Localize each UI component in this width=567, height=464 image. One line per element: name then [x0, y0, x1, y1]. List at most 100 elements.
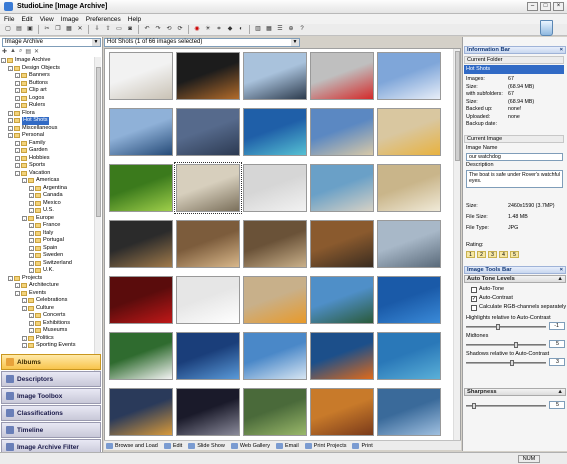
- expand-icon[interactable]: -: [29, 238, 34, 244]
- tree-item[interactable]: - Mexico: [29, 200, 61, 208]
- information-bar-header[interactable]: Information Bar ×: [464, 46, 566, 54]
- edit-button[interactable]: Edit: [163, 442, 182, 449]
- expand-icon[interactable]: -: [29, 253, 34, 259]
- sharpness-slider[interactable]: [466, 403, 546, 409]
- image-thumbnail[interactable]: [243, 388, 307, 436]
- expand-icon[interactable]: -: [29, 193, 34, 199]
- option-checkbox[interactable]: Calculate RGB-channels separately: [471, 304, 566, 311]
- maximize-button[interactable]: □: [540, 2, 551, 11]
- panel-classifications[interactable]: Classifications: [1, 405, 101, 421]
- tree-item[interactable]: - Image Archive: [1, 57, 50, 65]
- expand-icon[interactable]: -: [22, 215, 27, 221]
- image-name-field[interactable]: our watchdog: [466, 153, 563, 161]
- image-thumbnail[interactable]: [310, 388, 374, 436]
- undo-icon[interactable]: ↶: [142, 25, 152, 34]
- image-thumbnail[interactable]: [176, 108, 240, 156]
- copy-icon[interactable]: ❐: [53, 25, 63, 34]
- tree-item[interactable]: - Personal: [8, 132, 44, 140]
- expand-icon[interactable]: -: [15, 170, 20, 176]
- image-thumbnail[interactable]: [109, 332, 173, 380]
- expand-icon[interactable]: -: [8, 110, 13, 116]
- paste-icon[interactable]: ▦: [64, 25, 74, 34]
- image-thumbnail[interactable]: [310, 108, 374, 156]
- tree-item[interactable]: - Politics: [22, 335, 54, 343]
- tree-item[interactable]: - Architecture: [15, 282, 59, 290]
- option-checkbox[interactable]: ✓ Auto-Contrast: [471, 295, 513, 302]
- slider-knob[interactable]: [472, 403, 476, 409]
- crop-icon[interactable]: ⌗: [214, 25, 224, 34]
- image-thumbnail[interactable]: [377, 220, 441, 268]
- image-thumbnail[interactable]: [243, 220, 307, 268]
- save-icon[interactable]: ▣: [25, 25, 35, 34]
- menu-image[interactable]: Image: [61, 16, 79, 23]
- expand-icon[interactable]: -: [29, 313, 34, 319]
- image-thumbnail[interactable]: [310, 164, 374, 212]
- tree-item[interactable]: - Sports: [15, 162, 45, 170]
- image-thumbnail[interactable]: [377, 164, 441, 212]
- sharpness-value[interactable]: 5: [549, 401, 565, 409]
- tree-item[interactable]: - Clip art: [15, 87, 47, 95]
- expand-icon[interactable]: -: [22, 335, 27, 341]
- search-icon[interactable]: ⌕: [19, 48, 22, 56]
- expand-icon[interactable]: -: [15, 163, 20, 169]
- image-thumbnail[interactable]: [310, 220, 374, 268]
- slider-knob[interactable]: [510, 360, 514, 366]
- properties-icon[interactable]: ▤: [25, 48, 31, 56]
- help-icon[interactable]: ?: [297, 25, 307, 34]
- chevron-down-icon[interactable]: ▼: [291, 39, 299, 46]
- menu-preferences[interactable]: Preferences: [86, 16, 121, 23]
- close-icon[interactable]: ×: [560, 267, 563, 273]
- email-button[interactable]: Email: [276, 442, 299, 449]
- image-thumbnail[interactable]: [176, 276, 240, 324]
- image-thumbnail[interactable]: [109, 52, 173, 100]
- image-thumbnail[interactable]: [243, 332, 307, 380]
- new-folder-icon[interactable]: ✚: [2, 48, 7, 56]
- expand-icon[interactable]: -: [15, 73, 20, 79]
- description-field[interactable]: The boat is safe under Rover's watchful …: [466, 170, 563, 188]
- expand-icon[interactable]: -: [15, 290, 20, 296]
- tree-item[interactable]: - Concerts: [29, 312, 65, 320]
- image-thumbnail[interactable]: [310, 276, 374, 324]
- expand-icon[interactable]: -: [29, 260, 34, 266]
- midtones-slider[interactable]: [466, 342, 546, 348]
- expand-icon[interactable]: -: [8, 133, 13, 139]
- image-thumbnail[interactable]: [109, 276, 173, 324]
- expand-icon[interactable]: -: [29, 245, 34, 251]
- tree-item[interactable]: - Flora: [8, 110, 35, 118]
- tree-item[interactable]: - Rulers: [15, 102, 45, 110]
- image-thumbnail[interactable]: [109, 108, 173, 156]
- collapse-icon[interactable]: ▲: [557, 389, 563, 395]
- expand-icon[interactable]: -: [15, 88, 20, 94]
- open-folder-icon[interactable]: ▤: [14, 25, 24, 34]
- tree-item[interactable]: - Buttons: [15, 80, 48, 88]
- checkbox[interactable]: [471, 304, 477, 311]
- zoom-icon[interactable]: ⊕: [286, 25, 296, 34]
- tree-item[interactable]: - France: [29, 222, 60, 230]
- tree-item[interactable]: - Americas: [22, 177, 59, 185]
- tree-item[interactable]: - Miscellaneous: [8, 125, 57, 133]
- print-button[interactable]: Print: [352, 442, 373, 449]
- expand-icon[interactable]: -: [15, 95, 20, 101]
- tree-item[interactable]: - Family: [15, 140, 45, 148]
- image-thumbnail[interactable]: [243, 52, 307, 100]
- image-thumbnail[interactable]: [109, 388, 173, 436]
- layout-icon[interactable]: ▥: [253, 25, 263, 34]
- tree-item[interactable]: - Sweden: [29, 252, 63, 260]
- expand-icon[interactable]: -: [22, 343, 27, 349]
- brightness-icon[interactable]: ☀: [203, 25, 213, 34]
- menu-help[interactable]: Help: [128, 16, 141, 23]
- expand-icon[interactable]: -: [15, 155, 20, 161]
- tree-item[interactable]: - Garden: [15, 147, 48, 155]
- auto-tone-levels-header[interactable]: Auto Tone Levels ▲: [464, 275, 566, 283]
- up-folder-icon[interactable]: ▲: [10, 48, 16, 56]
- redo-icon[interactable]: ↷: [153, 25, 163, 34]
- panel-albums[interactable]: Albums: [1, 354, 101, 370]
- image-thumbnail[interactable]: [109, 220, 173, 268]
- menu-edit[interactable]: Edit: [21, 16, 32, 23]
- archive-selector[interactable]: Image Archive ▼: [2, 38, 101, 47]
- midtones-value[interactable]: 5: [549, 340, 565, 348]
- delete-folder-icon[interactable]: ✕: [34, 48, 39, 56]
- color-icon[interactable]: ◐: [236, 25, 246, 34]
- minimize-button[interactable]: –: [527, 2, 538, 11]
- new-icon[interactable]: ▢: [3, 25, 13, 34]
